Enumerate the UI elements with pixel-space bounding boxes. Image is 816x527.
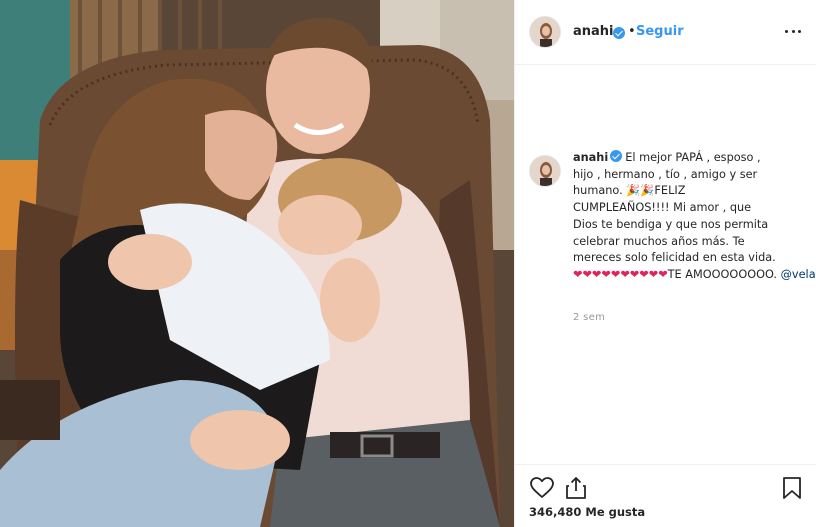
avatar-image — [530, 17, 560, 47]
more-options-icon[interactable] — [783, 24, 803, 38]
caption-line: anahi El mejor PAPÁ , esposo , — [573, 150, 805, 167]
bookmark-icon[interactable] — [779, 475, 805, 501]
caption-line: Dios te bendiga y que nos permita — [573, 217, 769, 231]
share-icon[interactable] — [563, 475, 589, 501]
caption-text: anahi El mejor PAPÁ , esposo , hijo , her… — [573, 150, 816, 284]
post-image — [0, 0, 514, 527]
avatar-image — [530, 156, 560, 186]
caption-line: ❤❤❤❤❤❤❤❤❤❤TE AMOOOOOOOO. @velascom_ — [573, 267, 816, 284]
caption-line: CUMPLEAÑOS!!!! Mi amor , que — [573, 201, 752, 215]
action-bar: 346,480 Me gusta — [515, 464, 816, 527]
caption-username[interactable]: anahi — [573, 151, 608, 164]
post-photo[interactable] — [0, 0, 514, 527]
heart-icon[interactable] — [529, 475, 555, 501]
caption-line: mereces solo felicidad en esta vida. — [573, 251, 776, 265]
verified-badge-icon — [610, 150, 623, 162]
author-avatar[interactable] — [529, 16, 561, 48]
caption-section: anahi El mejor PAPÁ , esposo , hijo , her… — [515, 66, 816, 464]
caption-line-text: El mejor PAPÁ , esposo , — [625, 151, 761, 164]
likes-count[interactable]: 346,480 Me gusta — [529, 505, 645, 519]
author-username[interactable]: anahi — [573, 24, 614, 39]
caption-avatar[interactable] — [529, 155, 561, 187]
post-sidebar: anahi • Seguir anahi El mejor PAPÁ , espo… — [514, 0, 816, 527]
post-timestamp[interactable]: 2 sem — [573, 312, 605, 323]
hearts-emoji: ❤❤❤❤❤❤❤❤❤❤ — [573, 267, 668, 281]
caption-line: hijo , hermano , tío , amigo y ser — [573, 167, 758, 181]
caption-line: celebrar muchos años más. Te — [573, 234, 745, 248]
mention-link[interactable]: @velascom_ — [781, 268, 816, 281]
verified-badge-icon — [613, 27, 625, 39]
header-separator: • — [628, 24, 636, 39]
caption-love-text: TE AMOOOOOOOO. — [667, 267, 778, 281]
caption-line: humano. 🎉🎉FELIZ — [573, 184, 686, 198]
post-header: anahi • Seguir — [515, 0, 816, 65]
follow-button[interactable]: Seguir — [636, 24, 684, 39]
